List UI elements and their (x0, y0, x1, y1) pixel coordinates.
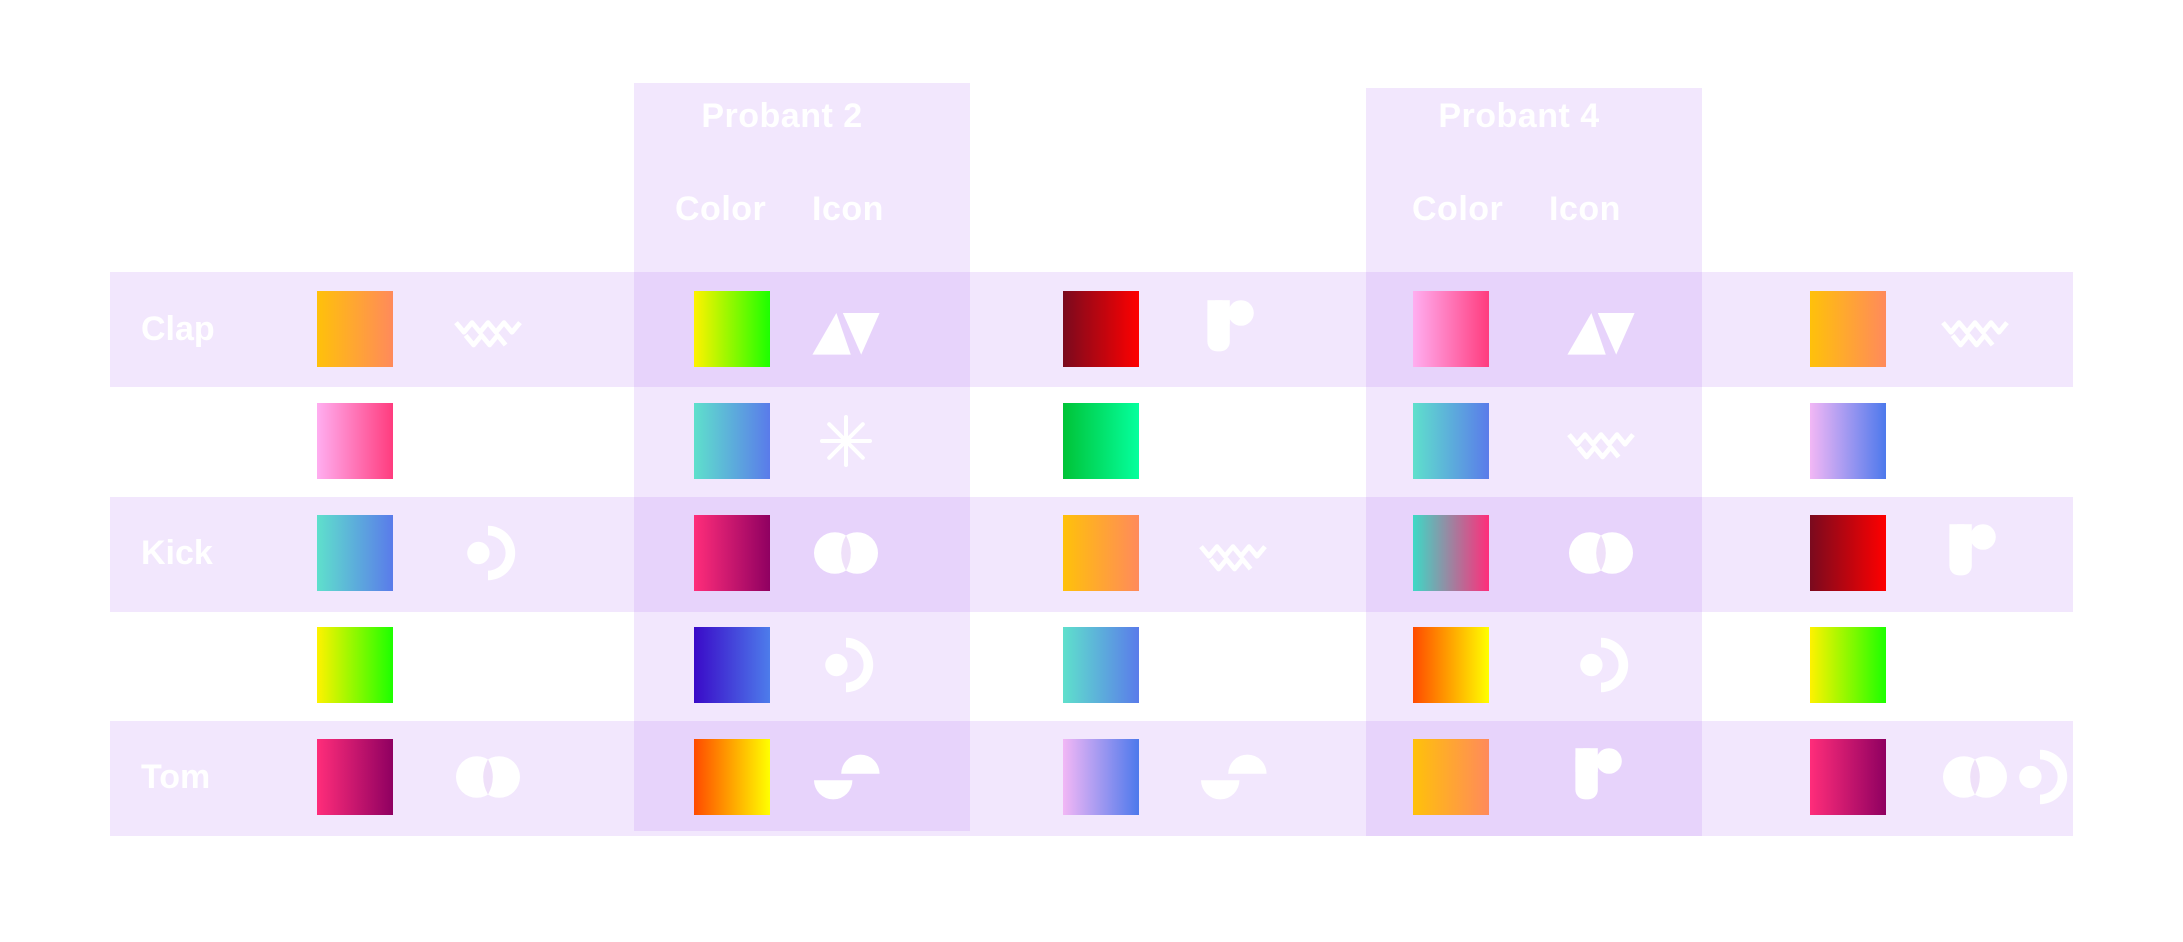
color-swatch-orange (317, 291, 393, 367)
zigzag-icon (448, 289, 528, 369)
triangles-icon (806, 289, 886, 369)
p-shape-icon (1561, 737, 1641, 817)
color-swatch-teal-blue (317, 515, 393, 591)
color-swatch-teal-pink (1413, 515, 1489, 591)
dot-arc-icon (2000, 737, 2080, 817)
dot-arc-icon (806, 625, 886, 705)
color-swatch-lavender-blue (1810, 403, 1886, 479)
dot-arc-icon (448, 513, 528, 593)
probant-2-title: Probant 2 (701, 97, 863, 135)
color-swatch-pink (1413, 291, 1489, 367)
row-label-clap: Clap (141, 310, 215, 348)
color-swatch-magenta-purple (1810, 739, 1886, 815)
color-swatch-darkred-red (1063, 291, 1139, 367)
overlap-circles-icon (1561, 513, 1641, 593)
color-swatch-orange (1063, 515, 1139, 591)
half-circles-icon (806, 737, 886, 817)
probant-4-title: Probant 4 (1438, 97, 1600, 135)
color-swatch-teal-blue (1063, 627, 1139, 703)
color-swatch-orange (1810, 291, 1886, 367)
probant-2-color-label: Color (675, 190, 767, 228)
color-swatch-yellow-green (1810, 627, 1886, 703)
probant-4-icon-label: Icon (1549, 190, 1621, 228)
zigzag-icon (1193, 513, 1273, 593)
overlap-circles-icon (806, 513, 886, 593)
color-swatch-magenta-purple (694, 515, 770, 591)
overlap-circles-icon (448, 737, 528, 817)
color-swatch-orange-yellow (1413, 627, 1489, 703)
color-swatch-yellow-green (317, 627, 393, 703)
color-swatch-indigo-blue (694, 627, 770, 703)
half-circles-icon (1193, 737, 1273, 817)
row-label-kick: Kick (141, 534, 213, 572)
color-swatch-darkred-red (1810, 515, 1886, 591)
row-label-tom: Tom (141, 758, 211, 796)
color-swatch-lavender-blue (1063, 739, 1139, 815)
color-swatch-pink (317, 403, 393, 479)
probant-2-icon-label: Icon (812, 190, 884, 228)
p-shape-icon (1935, 513, 2015, 593)
triangles-icon (1561, 289, 1641, 369)
dot-arc-icon (1561, 625, 1641, 705)
p-shape-icon (1193, 289, 1273, 369)
zigzag-icon (1561, 401, 1641, 481)
color-swatch-yellow-green (694, 291, 770, 367)
color-swatch-teal-blue (694, 403, 770, 479)
color-swatch-green-mint (1063, 403, 1139, 479)
color-swatch-orange-yellow (694, 739, 770, 815)
color-swatch-orange (1413, 739, 1489, 815)
color-swatch-magenta-purple (317, 739, 393, 815)
zigzag-icon (1935, 289, 2015, 369)
probant-4-color-label: Color (1412, 190, 1504, 228)
color-swatch-teal-blue (1413, 403, 1489, 479)
asterisk-icon (806, 401, 886, 481)
